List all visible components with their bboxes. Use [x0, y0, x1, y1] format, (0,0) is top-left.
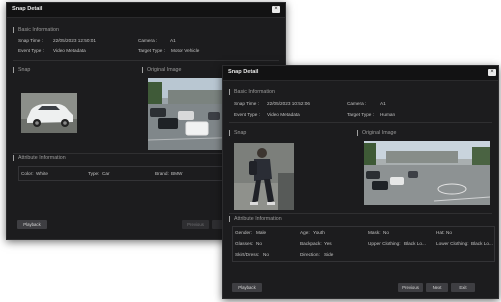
gender-value: Male [256, 230, 267, 235]
skirt-dress-value: No [263, 252, 269, 257]
upper-clothing-value: Black Lo... [404, 241, 426, 246]
camera-label: Camera : [138, 38, 158, 43]
mask-label: Mask: [368, 230, 381, 235]
event-type-label: Event Type : [234, 112, 260, 117]
previous-button[interactable]: Previous [182, 220, 209, 229]
brand-label: Brand: [155, 171, 169, 176]
camera-value: A1 [380, 101, 386, 106]
backpack-value: Yes [324, 241, 332, 246]
backpack-label: Backpack: [300, 241, 322, 246]
upper-clothing-label: Upper Clothing: [368, 241, 401, 246]
close-button[interactable]: × [272, 6, 280, 13]
window-title: Snap Detail [12, 6, 43, 12]
next-button[interactable]: Next [426, 283, 448, 292]
snap-image [21, 93, 77, 133]
snap-time-value: 22/05/2023 10:52:06 [267, 101, 311, 106]
event-type-value: Video Metadata [53, 48, 86, 53]
target-type-value: Human [380, 112, 396, 117]
basic-info-title: Basic Information [13, 27, 59, 33]
snap-detail-window-human: Snap Detail × Basic Information Snap Tim… [222, 65, 499, 299]
gender-label: Gender: [235, 230, 252, 235]
skirt-dress-label: Skirt/Dress: [235, 252, 260, 257]
snap-time-label: Snap Time : [234, 101, 260, 106]
target-type-label: Target Type : [138, 48, 166, 53]
direction-label: Direction: [300, 252, 320, 257]
divider [229, 122, 492, 123]
type-label: Type: [88, 171, 100, 176]
basic-info-title: Basic Information [229, 89, 275, 95]
mask-value: No [383, 230, 389, 235]
window-titlebar: Snap Detail × [7, 3, 285, 18]
glasses-value: No [256, 241, 262, 246]
snap-title: Snap [229, 130, 246, 136]
lower-clothing-value: Black Lo... [471, 241, 493, 246]
color-label: Color: [21, 171, 34, 176]
original-image [364, 141, 490, 205]
playback-button[interactable]: Playback [232, 283, 262, 292]
target-type-label: Target Type : [347, 112, 375, 117]
hat-value: No [446, 230, 452, 235]
age-label: Age: [300, 230, 310, 235]
target-type-value: Motor Vehicle [171, 48, 200, 53]
brand-value: BMW [171, 171, 183, 176]
original-image-title: Original Image [357, 130, 396, 136]
camera-value: A1 [170, 38, 176, 43]
snap-time-label: Snap Time : [18, 38, 44, 43]
snap-image [234, 143, 294, 210]
close-button[interactable]: × [488, 69, 496, 76]
type-value: Car [102, 171, 110, 176]
exit-button[interactable]: Exit [451, 283, 475, 292]
camera-label: Camera : [347, 101, 367, 106]
snap-time-value: 22/05/2023 12:50:01 [53, 38, 97, 43]
age-value: Youth [313, 230, 325, 235]
attribute-info-title: Attribute Information [13, 155, 66, 161]
hat-label: Hat: [436, 230, 445, 235]
lower-clothing-label: Lower Clothing: [436, 241, 469, 246]
playback-button[interactable]: Playback [17, 220, 47, 229]
event-type-label: Event Type : [18, 48, 44, 53]
color-value: White [36, 171, 48, 176]
original-image-title: Original Image [142, 67, 181, 73]
event-type-value: Video Metadata [267, 112, 300, 117]
snap-title: Snap [13, 67, 30, 73]
window-titlebar: Snap Detail × [223, 66, 498, 81]
attribute-box: Gender: Male Age: Youth Mask: No Hat: No… [232, 226, 495, 262]
attribute-info-title: Attribute Information [229, 216, 282, 222]
window-title: Snap Detail [228, 69, 259, 75]
direction-value: Side [324, 252, 334, 257]
previous-button[interactable]: Previous [398, 283, 423, 292]
glasses-label: Glasses: [235, 241, 254, 246]
divider [13, 60, 279, 61]
divider [229, 213, 492, 214]
